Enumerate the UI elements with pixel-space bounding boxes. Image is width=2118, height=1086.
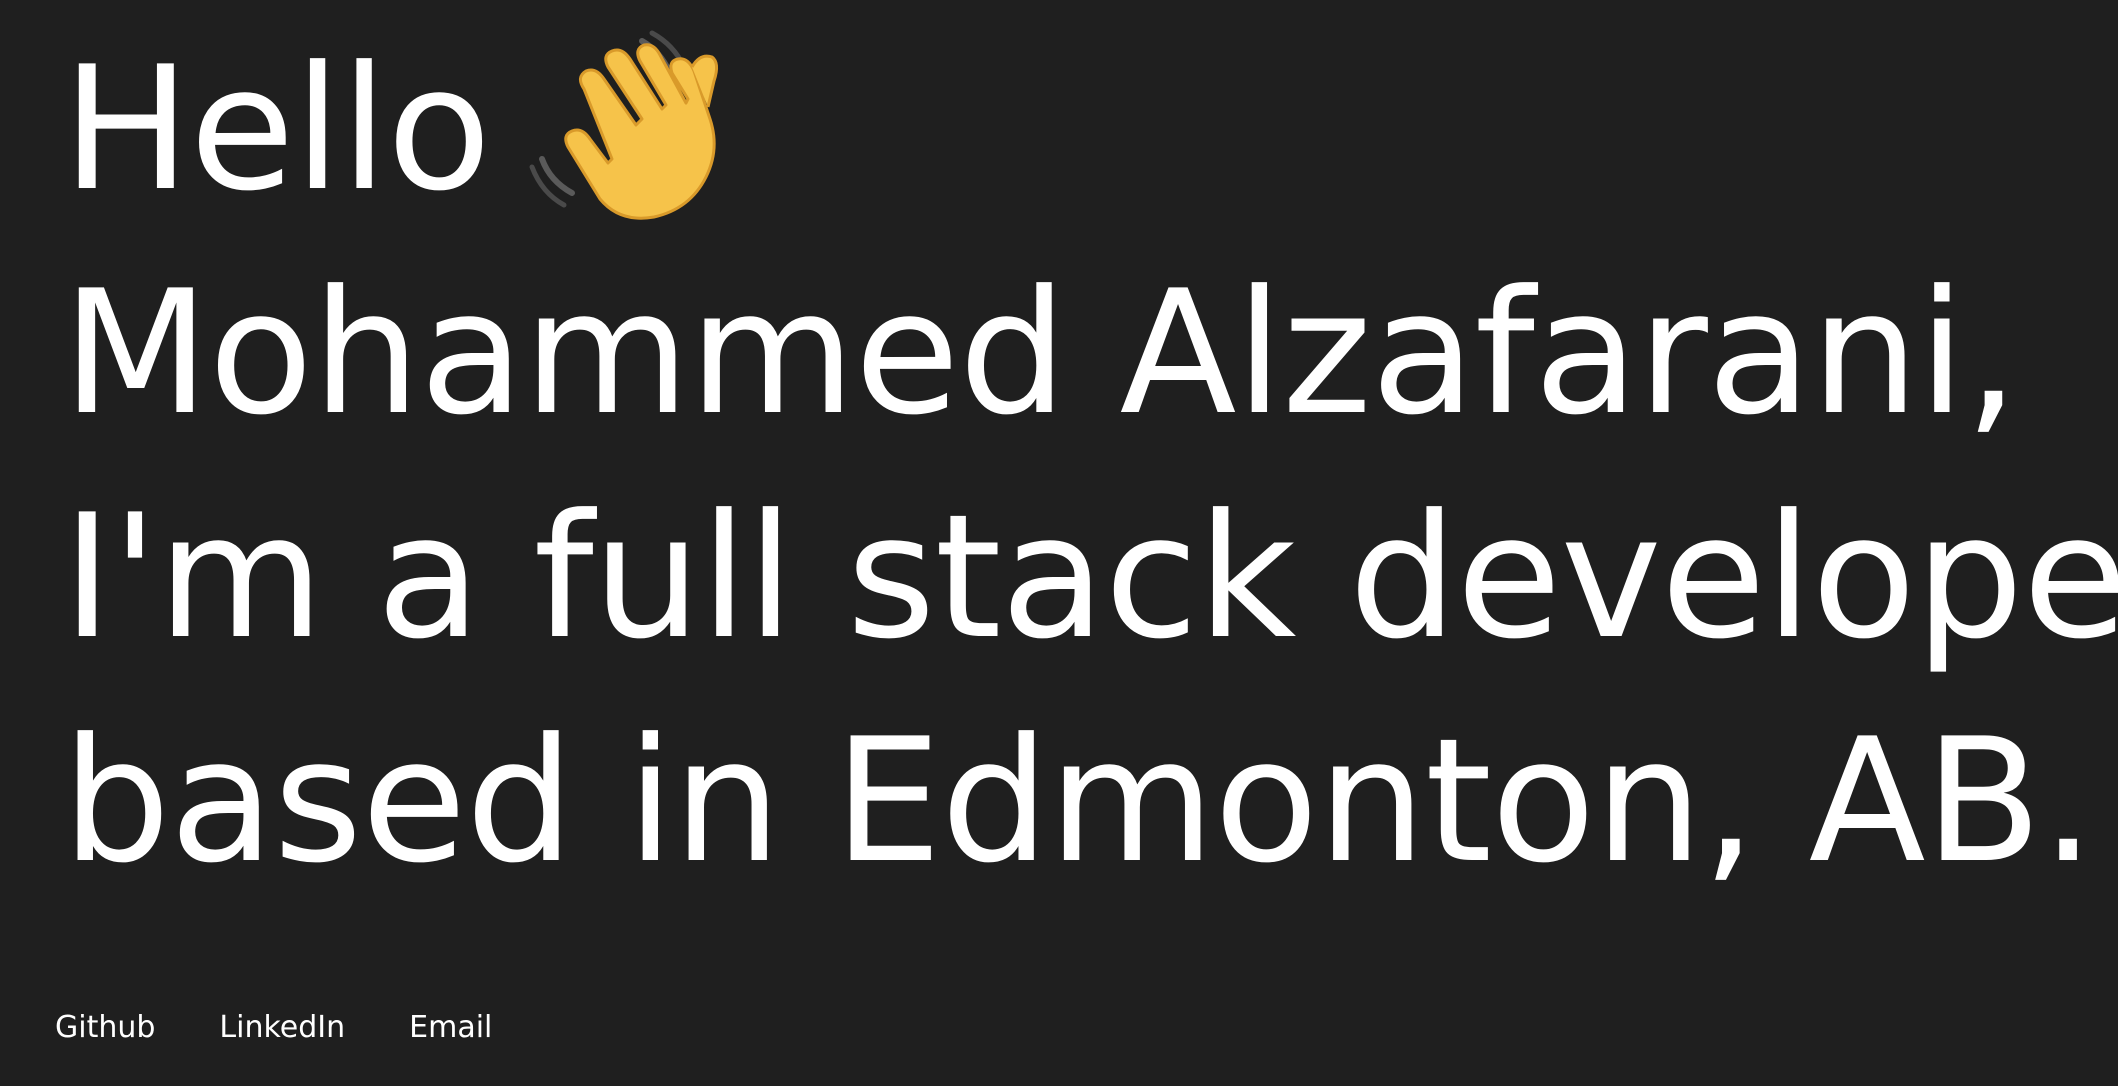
hero-name-line: Mohammed Alzafarani, [62,254,2019,453]
social-links: Github LinkedIn Email [55,1008,556,1048]
github-link[interactable]: Github [55,1008,155,1048]
waving-hand-icon [524,27,724,227]
hero-role-line: I'm a full stack developer [62,478,2118,677]
hero-location-line: based in Edmonton, AB. [62,702,2095,901]
hero-section: Hello Mohammed Alzafarani, I'm a full st… [62,0,2118,914]
hero-greeting-line: Hello [62,18,2102,242]
linkedin-link[interactable]: LinkedIn [219,1008,345,1048]
hero-greeting: Hello [62,30,491,229]
email-link[interactable]: Email [409,1008,492,1048]
